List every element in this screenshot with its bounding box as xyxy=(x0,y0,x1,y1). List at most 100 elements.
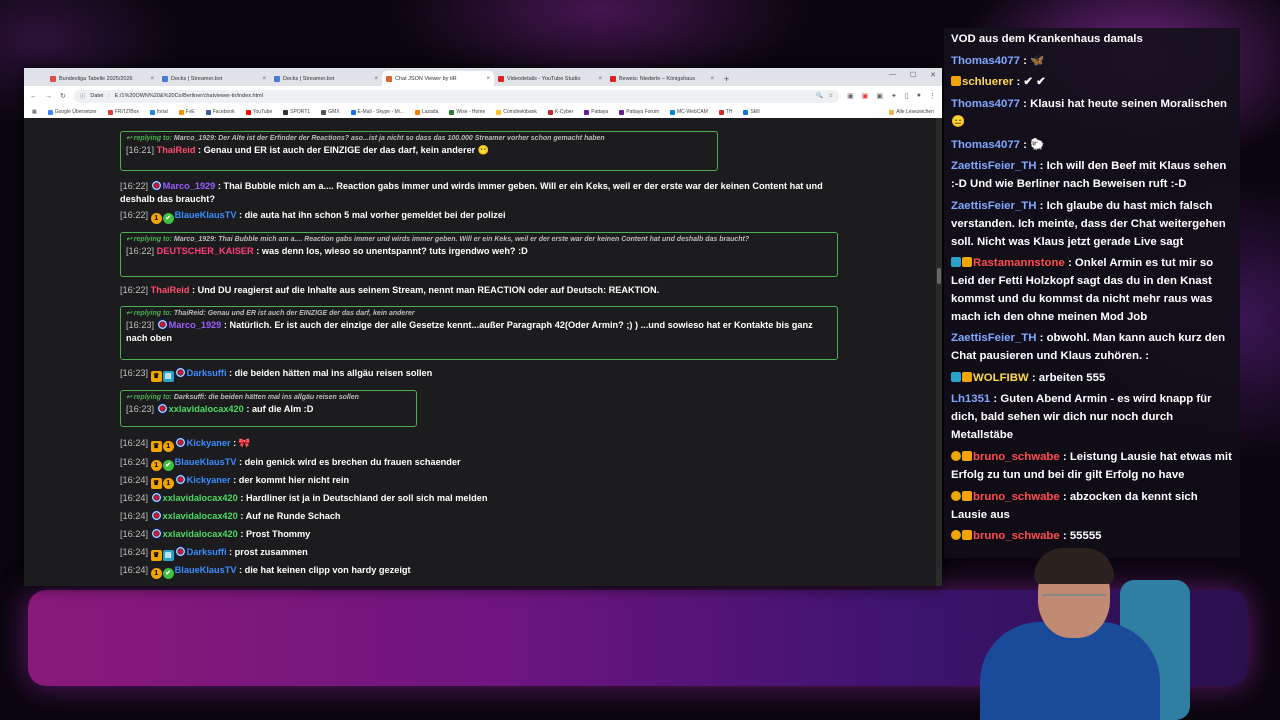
minimize-icon[interactable]: — xyxy=(889,71,896,79)
bookmark-item[interactable]: GMX xyxy=(321,109,340,115)
extensions-puzzle-icon[interactable]: ✦ xyxy=(891,92,897,100)
username[interactable]: xxlavidalocax420 xyxy=(163,493,238,503)
chat-message: [16:22] Marco_1929 : Thai Bubble mich am… xyxy=(120,180,823,204)
tab-title: Beweis: Niederle – Königshaus xyxy=(619,75,696,82)
tab-1[interactable]: Decks | Streamer.bot × xyxy=(158,71,270,86)
bookmark-item[interactable]: Comdirektbank xyxy=(496,109,537,115)
bookmark-item[interactable]: Lazada xyxy=(414,109,438,115)
bookmark-item[interactable]: forial xyxy=(149,109,168,115)
tab-4[interactable]: Videodetails - YouTube Studio × xyxy=(494,71,606,86)
tab-0[interactable]: Bundesliga Tabelle 2025/2026 × xyxy=(46,71,158,86)
username[interactable]: DEUTSCHER_KAISER xyxy=(157,246,254,256)
bookmark-item[interactable]: FRITZ!Box xyxy=(107,109,139,115)
bookmark-item[interactable]: Google Übersetzer xyxy=(47,109,97,115)
bookmark-item[interactable]: Facebook xyxy=(205,109,235,115)
tab-2[interactable]: Decks | Streamer.bot × xyxy=(270,71,382,86)
username[interactable]: Darksuffi xyxy=(187,547,227,557)
chat-message: [16:24] ♛ 1 Kickyaner : 🎀 xyxy=(120,437,251,452)
tab-close-icon[interactable]: × xyxy=(262,76,266,82)
profile-avatar[interactable]: ● xyxy=(917,92,921,100)
username[interactable]: BlaueKlausTV xyxy=(175,565,237,575)
bookmark-item[interactable]: MC-WebCAM xyxy=(670,109,708,115)
username[interactable]: Kickyaner xyxy=(187,475,231,485)
sidebar-icon[interactable]: ▯ xyxy=(905,92,909,100)
gold-badge-icon xyxy=(951,451,961,461)
tab-close-icon[interactable]: × xyxy=(598,76,602,82)
username[interactable]: Darksuffi xyxy=(187,368,227,378)
tab-close-icon[interactable]: × xyxy=(486,76,490,82)
tab-3[interactable]: Chat JSON Viewer by tiR × xyxy=(382,71,494,86)
extension-icon[interactable]: ▣ xyxy=(847,92,854,100)
overlay-message: bruno_schwabe : abzocken da kennt sich L… xyxy=(951,491,1198,521)
timestamp: [16:24] xyxy=(120,529,149,539)
chat-message: [16:23] ♛ ▤ Darksuffi : die beiden hätten … xyxy=(120,367,433,382)
bookmark-item[interactable]: Skill xyxy=(743,109,760,115)
uk-badge-icon xyxy=(156,319,168,330)
bookmark-item[interactable]: E-Mail - Skype - Mi... xyxy=(350,109,404,115)
username[interactable]: xxlavidalocax420 xyxy=(163,529,238,539)
chat-message: [16:24] xxlavidalocax420 : Auf ne Runde … xyxy=(120,510,341,521)
tab-close-icon[interactable]: × xyxy=(150,76,154,82)
username[interactable]: Marco_1929 xyxy=(163,181,216,191)
green-badge-icon: ✔ xyxy=(162,460,174,471)
timestamp: [16:23] xyxy=(120,368,149,378)
uk-badge-icon xyxy=(174,546,186,557)
username[interactable]: Marco_1929 xyxy=(169,320,222,330)
overlay-message: schluerer : ✔ ✔ xyxy=(951,73,1233,91)
bookmark-other[interactable]: Alle Lesezeichen xyxy=(889,109,934,115)
username[interactable]: xxlavidalocax420 xyxy=(163,511,238,521)
timestamp: [16:24] xyxy=(120,493,149,503)
scrollbar-thumb[interactable] xyxy=(937,268,941,284)
tab-5[interactable]: Beweis: Niederle – Königshaus × xyxy=(606,71,718,86)
extension-icon[interactable]: ▣ xyxy=(876,92,883,100)
overlay-username: Thomas4077 xyxy=(951,98,1021,110)
overlay-message: ZaettisFeier_TH : Ich glaube du hast mic… xyxy=(951,200,1226,248)
username[interactable]: Kickyaner xyxy=(187,438,231,448)
scrollbar[interactable] xyxy=(936,118,942,586)
bookmark-star-icon[interactable]: ☆ xyxy=(828,93,833,99)
uk-badge-icon xyxy=(150,528,162,539)
apps-grid-icon[interactable]: ▦ xyxy=(32,109,37,115)
zoom-icon[interactable]: 🔍 xyxy=(816,93,823,99)
overlay-text: Guten Abend Armin - es wird knapp für di… xyxy=(951,393,1212,441)
bookmark-favicon-icon xyxy=(178,109,184,115)
forward-icon[interactable]: → xyxy=(45,93,52,100)
bookmark-item[interactable]: TH xyxy=(718,109,732,115)
bookmark-item[interactable]: YouTube xyxy=(245,109,272,115)
username[interactable]: ThaiReid xyxy=(157,145,196,155)
bookmark-item[interactable]: Wise - Home xyxy=(449,109,485,115)
tab-close-icon[interactable]: × xyxy=(374,76,378,82)
bookmark-item[interactable]: Pattaya Forum xyxy=(619,109,659,115)
menu-icon[interactable]: ⋮ xyxy=(929,92,936,100)
close-icon[interactable]: ✕ xyxy=(930,71,936,79)
gold-badge-icon: 1 xyxy=(150,568,162,579)
bookmark-item[interactable]: SPORT1 xyxy=(283,109,310,115)
bookmark-item[interactable]: FvE xyxy=(178,109,195,115)
address-security-label: Datei xyxy=(90,93,104,99)
username[interactable]: xxlavidalocax420 xyxy=(169,404,244,414)
maximize-icon[interactable]: ☐ xyxy=(910,71,916,79)
username[interactable]: BlaueKlausTV xyxy=(175,210,237,220)
overlay-username: bruno_schwabe xyxy=(973,451,1060,463)
extension-icon[interactable]: ▣ xyxy=(862,92,869,100)
message-text: dein genick wird es brechen du frauen sc… xyxy=(244,457,461,467)
tab-close-icon[interactable]: × xyxy=(710,76,714,82)
chat-message: [16:24] ♛ ▤ Darksuffi : prost zusammen xyxy=(120,546,308,561)
emote-icon: 🎀 xyxy=(238,438,251,448)
bookmark-item[interactable]: Pattaya xyxy=(584,109,608,115)
username[interactable]: ThaiReid xyxy=(151,285,190,295)
reload-icon[interactable]: ↻ xyxy=(60,92,66,100)
site-info-icon[interactable]: ⓘ xyxy=(80,92,86,100)
back-icon[interactable]: ← xyxy=(30,93,37,100)
uk-badge-icon xyxy=(174,367,186,378)
overlay-username: Thomas4077 xyxy=(951,55,1021,67)
timestamp: [16:24] xyxy=(120,438,149,448)
reply-body: [16:23] xxlavidalocax420 : auf die Alm :… xyxy=(126,403,314,414)
new-tab-button[interactable]: + xyxy=(718,74,735,86)
bookmark-item[interactable]: K-Cyber xyxy=(547,109,573,115)
reply-message: ↩ replying to: Marco_1929: Der Alte ist … xyxy=(120,131,718,171)
overlay-text: ✔ ✔ xyxy=(1023,76,1046,88)
username[interactable]: BlaueKlausTV xyxy=(175,457,237,467)
message-text: der kommt hier nicht rein xyxy=(238,475,350,485)
address-bar[interactable]: ⓘ Datei | E:/1%20OWN%20&%20Co/Berliner/c… xyxy=(73,89,840,103)
